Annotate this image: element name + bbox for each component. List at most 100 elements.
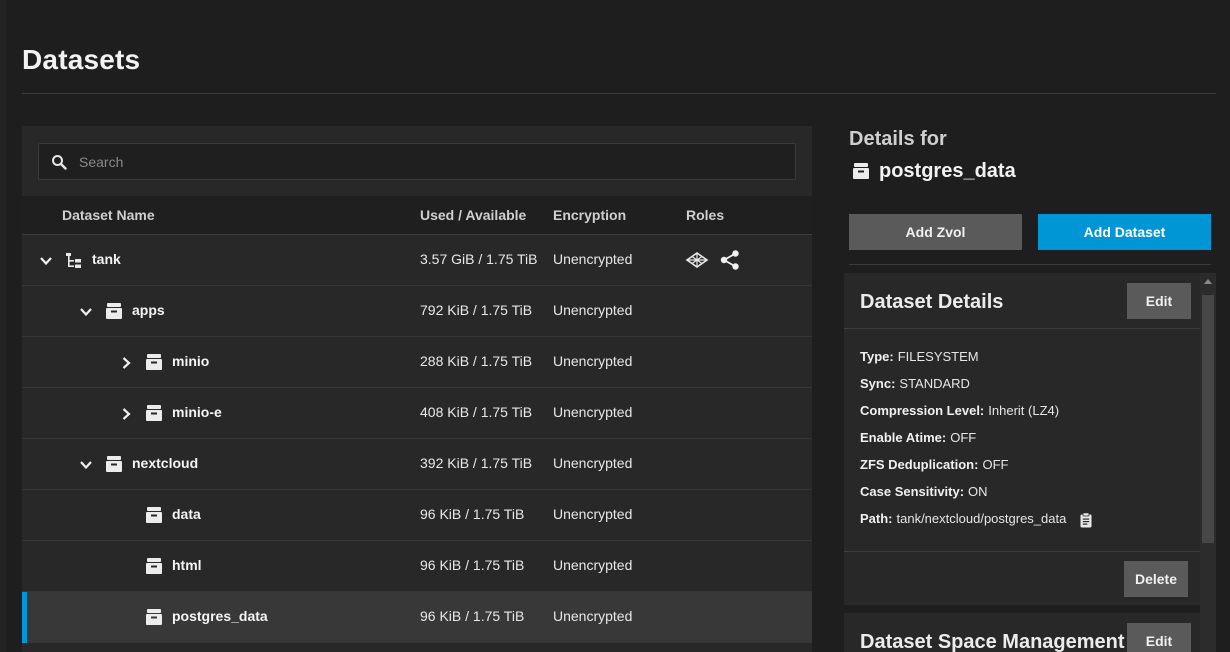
left-edge [0, 0, 6, 652]
table-header: Dataset Name Used / Available Encryption… [22, 196, 812, 235]
dataset-encryption: Unencrypted [553, 404, 633, 420]
detail-key: Compression Level: [860, 403, 985, 418]
search-input[interactable] [79, 144, 779, 179]
table-row[interactable]: apps 792 KiB / 1.75 TiB Unencrypted [22, 286, 812, 337]
dataset-used: 288 KiB / 1.75 TiB [420, 353, 533, 369]
detail-key: Sync: [860, 376, 896, 391]
datasets-table-panel: Dataset Name Used / Available Encryption… [22, 126, 812, 652]
dataset-icon [106, 456, 122, 472]
dataset-name: minio-e [172, 404, 222, 420]
table-row[interactable]: nextcloud 392 KiB / 1.75 TiB Unencrypted [22, 439, 812, 490]
dataset-icon [146, 507, 162, 523]
detail-key: Case Sensitivity: [860, 484, 965, 499]
dataset-name: html [172, 557, 202, 573]
detail-value: tank/nextcloud/postgres_data [896, 511, 1067, 526]
dataset-name: tank [92, 251, 121, 267]
add-dataset-button[interactable]: Add Dataset [1038, 214, 1211, 250]
dataset-icon [853, 163, 869, 179]
detail-dedup: ZFS Deduplication: OFF [860, 457, 1008, 472]
dataset-used: 96 KiB / 1.75 TiB [420, 506, 525, 522]
detail-type: Type: FILESYSTEM [860, 349, 979, 364]
scrollbar-thumb[interactable] [1202, 295, 1214, 543]
table-row[interactable]: minio-e 408 KiB / 1.75 TiB Unencrypted [22, 388, 812, 439]
dataset-encryption: Unencrypted [553, 251, 633, 267]
selection-indicator [22, 592, 27, 643]
dataset-used: 96 KiB / 1.75 TiB [420, 557, 525, 573]
detail-value: FILESYSTEM [897, 349, 979, 364]
detail-compression: Compression Level: Inherit (LZ4) [860, 403, 1059, 418]
dataset-name: minio [172, 353, 210, 369]
details-heading: Details for [849, 128, 947, 150]
detail-value: OFF [982, 457, 1009, 472]
chevron-down-icon[interactable] [38, 253, 54, 269]
detail-key: ZFS Deduplication: [860, 457, 979, 472]
dataset-used: 3.57 GiB / 1.75 TiB [420, 251, 538, 267]
detail-key: Enable Atime: [860, 430, 947, 445]
dataset-used: 408 KiB / 1.75 TiB [420, 404, 533, 420]
table-row[interactable]: minio 288 KiB / 1.75 TiB Unencrypted [22, 337, 812, 388]
edit-space-management-button[interactable]: Edit [1127, 623, 1191, 652]
scroll-up-arrow-icon[interactable] [1204, 279, 1212, 284]
dataset-encryption: Unencrypted [553, 455, 633, 471]
dataset-icon [146, 354, 162, 370]
details-dataset-name: postgres_data [879, 160, 1016, 182]
detail-sync: Sync: STANDARD [860, 376, 970, 391]
dataset-name: apps [132, 302, 165, 318]
detail-key: Type: [860, 349, 894, 364]
header-used-available[interactable]: Used / Available [420, 207, 526, 223]
dataset-encryption: Unencrypted [553, 557, 633, 573]
chevron-right-icon[interactable] [118, 406, 134, 422]
table-row[interactable]: html 96 KiB / 1.75 TiB Unencrypted [22, 541, 812, 592]
card-title: Dataset Space Management [860, 631, 1125, 652]
chevron-right-icon[interactable] [118, 355, 134, 371]
search-icon [52, 155, 67, 170]
chevron-down-icon[interactable] [78, 304, 94, 320]
details-divider [849, 264, 1211, 265]
edit-dataset-details-button[interactable]: Edit [1127, 283, 1191, 319]
header-encryption[interactable]: Encryption [553, 207, 626, 223]
dataset-encryption: Unencrypted [553, 608, 633, 624]
space-management-card: Dataset Space Management Edit [844, 613, 1200, 652]
card-title: Dataset Details [860, 291, 1004, 313]
add-zvol-button[interactable]: Add Zvol [849, 214, 1022, 250]
apps-role-icon[interactable] [684, 249, 710, 271]
header-dataset-name[interactable]: Dataset Name [62, 207, 155, 223]
dataset-encryption: Unencrypted [553, 353, 633, 369]
detail-value: ON [968, 484, 988, 499]
detail-atime: Enable Atime: OFF [860, 430, 976, 445]
dataset-used: 392 KiB / 1.75 TiB [420, 455, 533, 471]
dataset-icon [146, 609, 162, 625]
dataset-rows: tank 3.57 GiB / 1.75 TiB Unencrypted app… [22, 235, 812, 643]
detail-value: STANDARD [899, 376, 970, 391]
dataset-icon [106, 303, 122, 319]
table-row-selected[interactable]: postgres_data 96 KiB / 1.75 TiB Unencryp… [22, 592, 812, 643]
detail-case-sensitivity: Case Sensitivity: ON [860, 484, 988, 499]
chevron-down-icon[interactable] [78, 457, 94, 473]
detail-value: OFF [950, 430, 977, 445]
dataset-used: 792 KiB / 1.75 TiB [420, 302, 533, 318]
dataset-name: data [172, 506, 201, 522]
details-scrollbar[interactable] [1200, 273, 1216, 652]
card-divider [844, 551, 1200, 552]
search-box[interactable] [38, 143, 796, 180]
clipboard-copy-icon[interactable] [1078, 511, 1094, 528]
dataset-encryption: Unencrypted [553, 302, 633, 318]
dataset-icon [146, 405, 162, 421]
detail-value: Inherit (LZ4) [988, 403, 1060, 418]
dataset-icon [146, 558, 162, 574]
dataset-used: 96 KiB / 1.75 TiB [420, 608, 525, 624]
title-divider [22, 93, 1216, 94]
share-icon[interactable] [719, 249, 741, 271]
dataset-name: nextcloud [132, 455, 199, 471]
detail-path: Path: tank/nextcloud/postgres_data [860, 511, 1094, 528]
card-divider [844, 328, 1200, 329]
pool-tree-icon [66, 253, 81, 268]
table-row[interactable]: data 96 KiB / 1.75 TiB Unencrypted [22, 490, 812, 541]
delete-dataset-button[interactable]: Delete [1124, 561, 1188, 597]
detail-key: Path: [860, 511, 893, 526]
dataset-encryption: Unencrypted [553, 506, 633, 522]
page-title: Datasets [22, 44, 141, 75]
dataset-name: postgres_data [172, 608, 268, 624]
table-row[interactable]: tank 3.57 GiB / 1.75 TiB Unencrypted [22, 235, 812, 286]
header-roles[interactable]: Roles [686, 207, 724, 223]
